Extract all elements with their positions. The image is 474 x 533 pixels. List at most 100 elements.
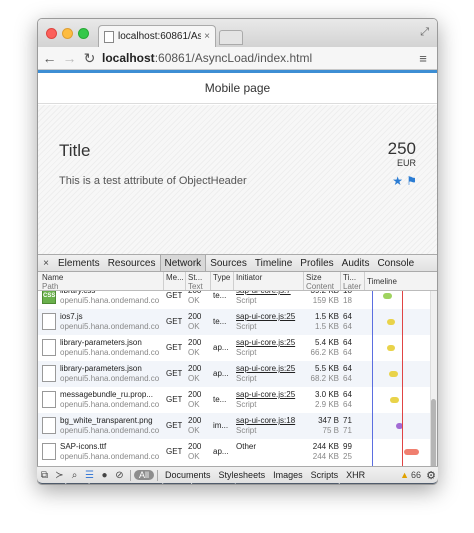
filter-documents[interactable]: Documents xyxy=(161,470,215,480)
column-size[interactable]: Size Content xyxy=(306,273,334,291)
address-bar[interactable]: localhost:60861/AsyncLoad/index.html xyxy=(102,50,415,67)
tab-elements[interactable]: Elements xyxy=(54,255,104,271)
request-status: 200OK xyxy=(188,442,202,461)
timeline-bar xyxy=(389,371,398,377)
request-size: 39.2 KB159 KB xyxy=(311,291,339,305)
filter-stylesheets[interactable]: Stylesheets xyxy=(215,470,270,480)
request-status: 200OK xyxy=(188,390,202,409)
request-initiator[interactable]: sap-ui-core.js:25 Script xyxy=(236,338,302,358)
request-size: 5.4 KB 66.2 KB xyxy=(310,338,339,357)
column-name[interactable]: Name Path xyxy=(42,273,63,291)
request-type: te... xyxy=(213,317,227,326)
timeline-bar xyxy=(390,397,399,403)
forward-icon[interactable]: → xyxy=(61,50,78,67)
tab-profiles[interactable]: Profiles xyxy=(296,255,337,271)
request-type: ap... xyxy=(213,447,229,456)
column-type[interactable]: Type xyxy=(213,273,230,282)
request-initiator[interactable]: sap-ui-core.js:7Script xyxy=(236,291,302,306)
request-list-scrollbar[interactable] xyxy=(430,291,437,475)
object-header-unit: EUR xyxy=(396,158,416,168)
column-method[interactable]: Me... xyxy=(166,273,184,282)
request-initiator[interactable]: sap-ui-core.js:25 Script xyxy=(236,312,302,332)
zoom-window-button[interactable] xyxy=(78,28,89,39)
tab-resources[interactable]: Resources xyxy=(104,255,160,271)
request-time: 99 25 xyxy=(343,442,352,461)
request-status: 200OK xyxy=(188,312,202,331)
request-type: ap... xyxy=(213,343,229,352)
request-type: im... xyxy=(213,421,229,430)
request-status: 200OK xyxy=(188,364,202,383)
request-name: bg_white_transparent.png openui5.hana.ond… xyxy=(60,416,160,435)
request-initiator[interactable]: sap-ui-core.js:18 Script xyxy=(236,416,302,436)
request-name: ios7.js openui5.hana.ondemand.co xyxy=(60,312,160,331)
close-devtools-icon[interactable]: × xyxy=(38,258,54,269)
back-icon[interactable]: ← xyxy=(41,50,58,67)
flag-icon[interactable]: ⚑ xyxy=(406,174,417,188)
timeline-bar xyxy=(404,449,419,455)
request-name: library-parameters.json openui5.hana.onde… xyxy=(60,364,160,383)
file-icon xyxy=(42,365,56,382)
column-status[interactable]: St... Text xyxy=(188,273,203,291)
file-icon xyxy=(42,313,56,330)
browser-window: localhost:60861/AsyncLoa × ⤢ ← → ↻ local… xyxy=(37,18,438,485)
column-timeline[interactable]: Timeline xyxy=(367,277,397,286)
browser-toolbar: ← → ↻ localhost:60861/AsyncLoad/index.ht… xyxy=(38,47,437,70)
request-time: 64 64 xyxy=(343,312,352,331)
dom-content-loaded-line xyxy=(372,291,373,475)
request-method: GET xyxy=(166,317,183,326)
tab-console[interactable]: Console xyxy=(373,255,418,271)
column-initiator[interactable]: Initiator xyxy=(236,273,262,282)
request-method: GET xyxy=(166,395,183,404)
tab-close-icon[interactable]: × xyxy=(204,31,210,42)
favorite-star-icon[interactable]: ★ xyxy=(392,174,403,188)
object-header-number: 250 xyxy=(387,139,416,158)
record-icon[interactable]: ● xyxy=(97,470,112,481)
request-status: 200OK xyxy=(188,338,202,357)
tab-sources[interactable]: Sources xyxy=(206,255,251,271)
timeline-bar xyxy=(383,293,392,299)
object-header: Title 250 EUR This is a test attribute o… xyxy=(38,105,437,254)
file-icon xyxy=(42,391,56,408)
reload-icon[interactable]: ↻ xyxy=(81,50,98,67)
filter-images[interactable]: Images xyxy=(269,470,307,480)
console-drawer-icon[interactable]: ≻ xyxy=(52,470,67,481)
filter-all[interactable]: All xyxy=(134,470,155,480)
file-icon xyxy=(42,417,56,434)
fullscreen-icon[interactable]: ⤢ xyxy=(420,26,429,39)
filter-xhr[interactable]: XHR xyxy=(342,470,369,480)
timeline-bar xyxy=(387,319,395,325)
warning-counter[interactable]: ▲ 66 xyxy=(400,470,421,480)
new-tab-button[interactable] xyxy=(219,30,243,45)
tab-network[interactable]: Network xyxy=(159,255,207,271)
devtools-panel: × Elements Resources Network Sources Timelin… xyxy=(38,254,437,484)
menu-icon[interactable]: ≡ xyxy=(415,51,431,66)
dock-icon[interactable]: ⧉ xyxy=(37,470,52,481)
request-time: 64 64 xyxy=(343,390,352,409)
request-initiator[interactable]: Other xyxy=(236,442,302,452)
request-type: te... xyxy=(213,395,227,404)
column-time[interactable]: Ti... Later xyxy=(343,273,361,291)
search-icon[interactable]: ⌕ xyxy=(67,470,82,481)
close-window-button[interactable] xyxy=(46,28,57,39)
url-path: :60861/AsyncLoad/index.html xyxy=(154,51,313,65)
network-table-header: Name Path Me... St... Text Type Initiator … xyxy=(38,272,437,291)
settings-gear-icon[interactable]: ⚙ xyxy=(424,469,438,482)
tab-timeline[interactable]: Timeline xyxy=(251,255,296,271)
scrollbar-thumb[interactable] xyxy=(431,399,436,469)
request-time: 64 64 xyxy=(343,364,352,383)
file-icon xyxy=(42,339,56,356)
warning-icon: ▲ xyxy=(400,470,409,480)
request-initiator[interactable]: sap-ui-core.js:25 Script xyxy=(236,390,302,410)
minimize-window-button[interactable] xyxy=(62,28,73,39)
large-rows-icon[interactable]: ☰ xyxy=(82,470,97,481)
browser-tab[interactable]: localhost:60861/AsyncLoa × xyxy=(98,25,216,47)
request-initiator[interactable]: sap-ui-core.js:25 Script xyxy=(236,364,302,384)
filter-scripts[interactable]: Scripts xyxy=(307,470,343,480)
page-title: Mobile page xyxy=(38,73,437,104)
request-time: 64 64 xyxy=(343,338,352,357)
tab-audits[interactable]: Audits xyxy=(338,255,374,271)
clear-icon[interactable]: ⊘ xyxy=(112,470,127,481)
request-status: 200OK xyxy=(188,291,201,305)
request-method: GET xyxy=(166,369,183,378)
request-method: GET xyxy=(166,343,183,352)
